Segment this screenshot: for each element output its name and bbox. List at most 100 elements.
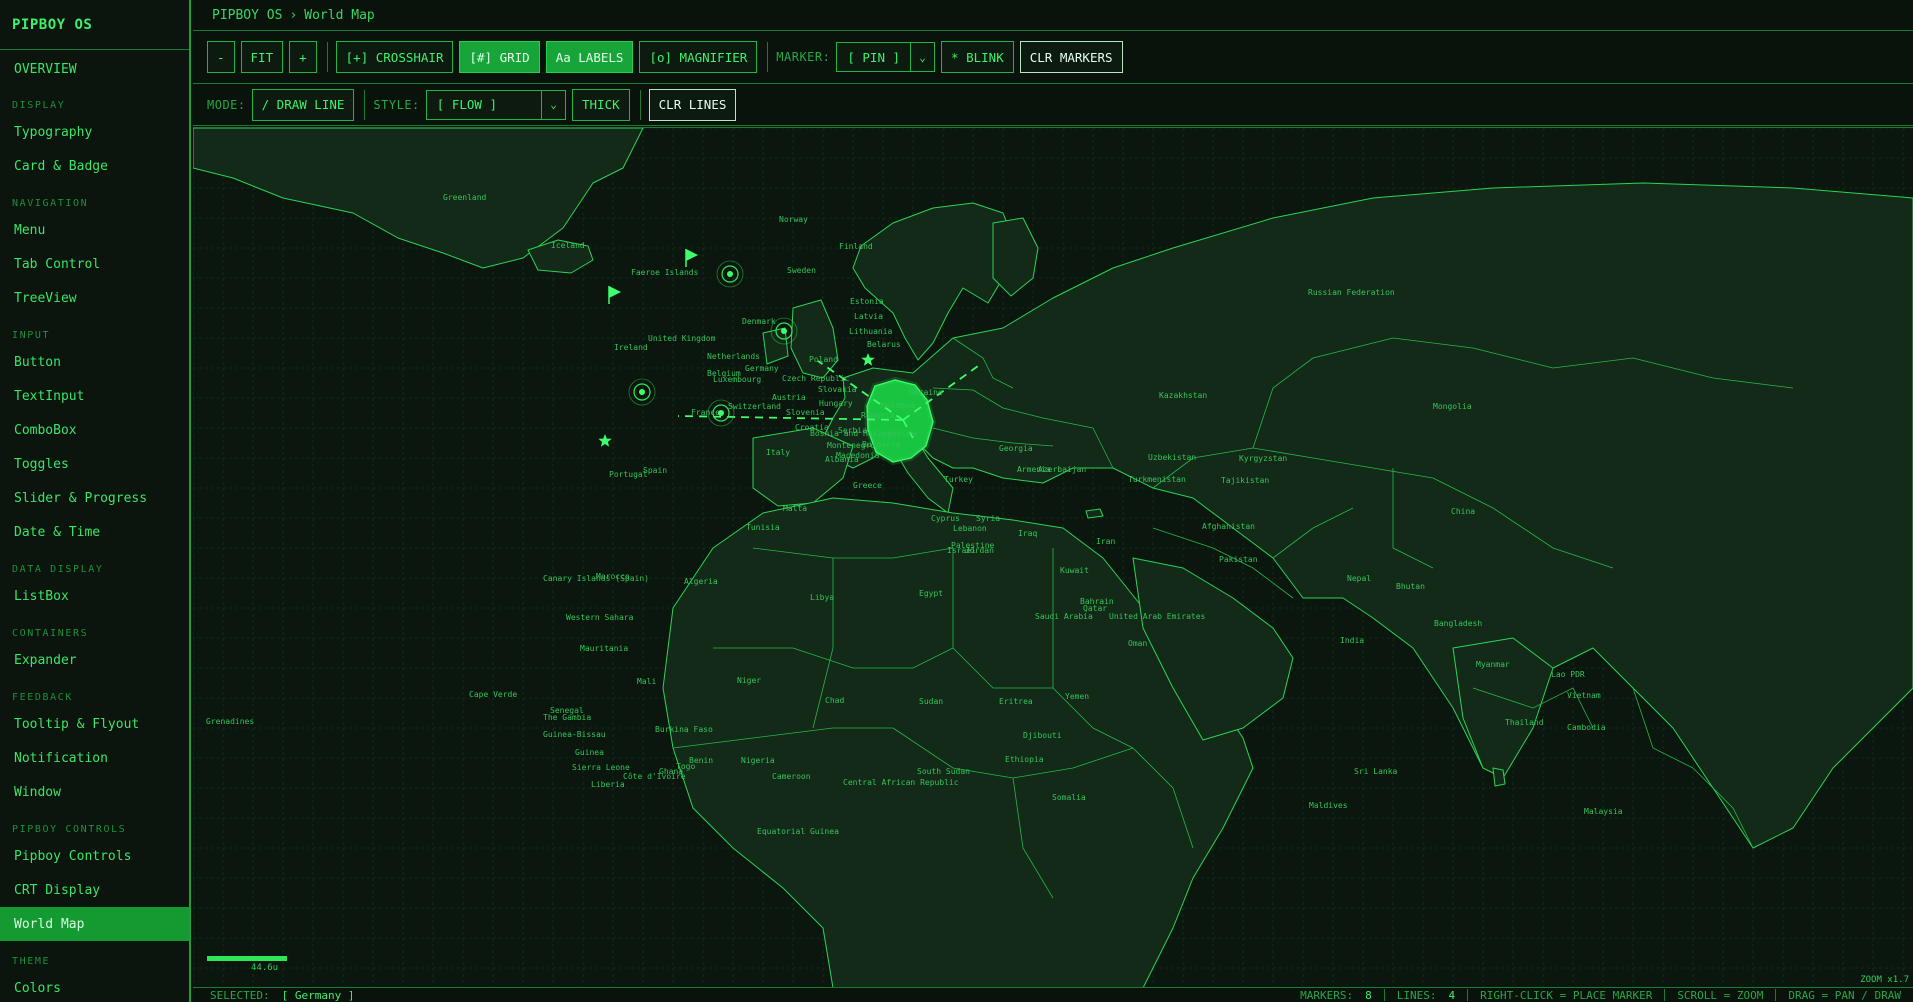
sidebar-item-card-badge[interactable]: Card & Badge — [0, 149, 189, 183]
magnifier-toggle[interactable]: [o] MAGNIFIER — [639, 41, 758, 73]
clear-markers-button[interactable]: CLR MARKERS — [1019, 41, 1123, 73]
hint-drag: DRAG = PAN / DRAW — [1788, 988, 1901, 1002]
blink-toggle[interactable]: * BLINK — [941, 41, 1014, 73]
country-label: Nigeria — [741, 756, 775, 765]
labels-toggle[interactable]: Aa LABELS — [545, 41, 634, 73]
country-label: Iraq — [1018, 529, 1037, 538]
country-label: United Arab Emirates — [1109, 612, 1206, 621]
markers-count: 8 — [1365, 988, 1372, 1002]
country-label: Kyrgyzstan — [1239, 454, 1287, 463]
sidebar-item-button[interactable]: Button — [0, 345, 189, 379]
country-label: Benin — [689, 756, 713, 765]
line-style-select[interactable]: [ FLOW ] ⌄ — [425, 89, 566, 120]
zoom-readout: ZOOM x1.7 — [1860, 975, 1909, 985]
world-map[interactable]: Greenland Iceland Faeroe Islands Norway Swed… — [193, 127, 1913, 987]
grid-toggle[interactable]: [#] GRID — [459, 41, 540, 73]
country-label: Malta — [783, 504, 807, 513]
country-label: Italy — [766, 448, 790, 457]
sidebar-item-colors[interactable]: Colors — [0, 971, 189, 1002]
sidebar-section-input: INPUT — [12, 330, 51, 341]
country-label: Germany — [745, 364, 779, 373]
fit-button[interactable]: FIT — [240, 41, 284, 73]
toolbar-divider — [639, 89, 641, 120]
country-label: Malaysia — [1584, 807, 1623, 816]
country-label: Mauritania — [580, 644, 628, 653]
country-label: Mongolia — [1433, 402, 1472, 411]
country-label: Denmark — [742, 317, 776, 326]
country-label: Czech Republic — [782, 374, 850, 383]
country-label: Eritrea — [999, 697, 1033, 706]
country-label: Ethiopia — [1005, 755, 1044, 764]
sidebar-item-world-map[interactable]: World Map — [0, 907, 189, 941]
mode-label: MODE: — [207, 97, 246, 112]
country-label: Ukraine — [909, 388, 943, 397]
zoom-out-button[interactable]: - — [207, 41, 235, 73]
crosshair-toggle[interactable]: [+] CROSSHAIR — [335, 41, 454, 73]
country-label: Tajikistan — [1221, 476, 1269, 485]
marker-select[interactable]: [ PIN ] ⌄ — [836, 42, 936, 72]
country-label: China — [1451, 507, 1475, 516]
clear-lines-button[interactable]: CLR LINES — [648, 88, 737, 121]
country-label: Myanmar — [1476, 660, 1510, 669]
lines-count: 4 — [1448, 988, 1456, 1002]
country-label: Poland — [809, 355, 838, 364]
country-label: Faeroe Islands — [631, 268, 699, 277]
sidebar-item-slider-progress[interactable]: Slider & Progress — [0, 481, 189, 515]
flag-marker[interactable] — [608, 286, 621, 304]
flag-marker[interactable] — [685, 249, 698, 267]
country-label: Central African Republic — [843, 778, 959, 787]
zoom-in-button[interactable]: + — [289, 41, 317, 73]
country-label: Egypt — [919, 589, 943, 598]
draw-line-mode-button[interactable]: / DRAW LINE — [251, 88, 355, 121]
country-label: Jordan — [965, 546, 994, 555]
world-map-canvas[interactable]: Greenland Iceland Faeroe Islands Norway Swed… — [193, 128, 1913, 987]
sidebar-section-data-display: DATA DISPLAY — [12, 564, 104, 575]
country-label: Oman — [1128, 639, 1147, 648]
sidebar-item-combobox[interactable]: ComboBox — [0, 413, 189, 447]
draw-toolbar: MODE: / DRAW LINE STYLE: [ FLOW ] ⌄ THIC… — [193, 84, 1913, 126]
sidebar-item-notification[interactable]: Notification — [0, 741, 189, 775]
country-label: Grenadines — [206, 717, 254, 726]
sidebar-item-toggles[interactable]: Toggles — [0, 447, 189, 481]
sidebar-item-window[interactable]: Window — [0, 775, 189, 809]
brand-title: PIPBOY OS — [0, 0, 189, 50]
scale-bar: 44.6u — [207, 956, 287, 973]
sidebar-item-tab-control[interactable]: Tab Control — [0, 247, 189, 281]
country-label: Finland — [839, 242, 873, 251]
country-label: India — [1340, 636, 1364, 645]
sidebar-item-textinput[interactable]: TextInput — [0, 379, 189, 413]
country-label: Chad — [825, 696, 844, 705]
circle-marker[interactable] — [716, 260, 744, 288]
breadcrumb-current: World Map — [304, 7, 375, 23]
sidebar-item-overview[interactable]: OVERVIEW — [0, 53, 189, 85]
sidebar-item-typography[interactable]: Typography — [0, 115, 189, 149]
country-label: Tunisia — [746, 523, 780, 532]
sidebar-item-expander[interactable]: Expander — [0, 643, 189, 677]
country-label: Hungary — [819, 399, 853, 408]
sidebar-item-date-time[interactable]: Date & Time — [0, 515, 189, 549]
lines-count-label: LINES: — [1396, 988, 1437, 1002]
sidebar-item-pipboy-controls[interactable]: Pipboy Controls — [0, 839, 189, 873]
chevron-down-icon[interactable]: ⌄ — [910, 43, 934, 71]
star-marker[interactable] — [598, 434, 612, 447]
sidebar-item-crt-display[interactable]: CRT Display — [0, 873, 189, 907]
country-label: Greece — [853, 481, 882, 490]
breadcrumb-root[interactable]: PIPBOY OS — [212, 8, 282, 23]
country-label: Guinea — [575, 748, 604, 757]
circle-marker[interactable] — [628, 378, 656, 406]
selected-label: SELECTED: — [210, 988, 270, 1002]
thick-toggle[interactable]: THICK — [572, 88, 630, 121]
country-label: Albania — [825, 455, 859, 464]
sidebar-item-treeview[interactable]: TreeView — [0, 281, 189, 315]
country-label: Estonia — [850, 297, 884, 306]
country-label: Kuwait — [1060, 566, 1089, 575]
chevron-down-icon[interactable]: ⌄ — [541, 90, 565, 119]
scale-bar-label: 44.6u — [251, 963, 279, 973]
sidebar-item-listbox[interactable]: ListBox — [0, 579, 189, 613]
sidebar-item-menu[interactable]: Menu — [0, 213, 189, 247]
country-label: Serbia — [838, 426, 867, 435]
star-marker[interactable] — [861, 353, 875, 366]
country-label: Cyprus — [931, 514, 960, 523]
sidebar-item-tooltip-flyout[interactable]: Tooltip & Flyout — [0, 707, 189, 741]
toolbar-divider — [364, 89, 366, 120]
